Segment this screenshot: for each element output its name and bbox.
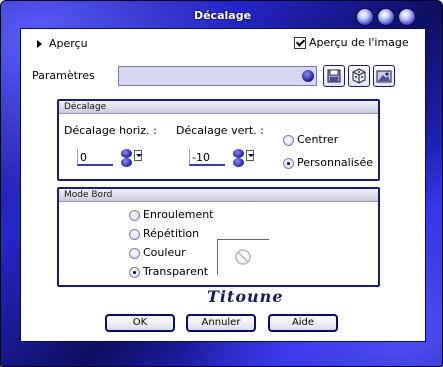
dialog-window: Décalage Aperçu Aperçu de l'image Paramè… [0, 0, 443, 367]
vert-offset-label: Décalage vert. : [176, 124, 264, 137]
floppy-disk-icon [327, 69, 341, 83]
params-label: Paramètres [32, 69, 95, 82]
wrap-radio-label: Enroulement [143, 208, 214, 221]
horiz-offset-input[interactable]: 0 [77, 149, 113, 166]
dice-icon [352, 68, 366, 84]
color-swatch[interactable] [217, 239, 269, 275]
signature-watermark: Titoune [207, 287, 284, 306]
transparent-radio-label: Transparent [143, 265, 209, 278]
expand-arrow-icon [37, 40, 42, 48]
horiz-up-spinner-icon[interactable] [121, 149, 132, 158]
combo-dropdown-icon[interactable] [302, 70, 314, 82]
vert-up-spinner-icon[interactable] [233, 149, 244, 158]
transparent-radio[interactable] [129, 267, 140, 278]
horiz-down-spinner-icon[interactable] [121, 158, 132, 167]
title-bar[interactable]: Décalage [7, 6, 438, 26]
custom-radio-label: Personnalisée [297, 156, 374, 169]
horiz-offset-label: Décalage horiz. : [64, 124, 157, 137]
wrap-radio[interactable] [129, 210, 140, 221]
edge-mode-group: Mode Bord Enroulement Répétition Couleur… [57, 187, 380, 287]
save-preset-button[interactable] [323, 65, 345, 87]
ok-button[interactable]: OK [105, 314, 175, 332]
dialog-client-area: Aperçu Aperçu de l'image Paramètres Déca… [20, 28, 426, 342]
minimize-title-button[interactable] [377, 8, 395, 26]
reset-image-icon [376, 70, 392, 83]
help-title-button[interactable] [356, 8, 374, 26]
disabled-icon [235, 249, 251, 265]
center-radio-label: Centrer [297, 133, 339, 146]
preview-toggle-label: Aperçu [49, 37, 88, 50]
close-title-button[interactable] [398, 8, 416, 26]
vert-offset-input[interactable]: -10 [189, 149, 225, 166]
random-preset-button[interactable] [348, 65, 370, 87]
color-radio-label: Couleur [143, 246, 186, 259]
image-preview-label: Aperçu de l'image [309, 36, 409, 49]
center-radio[interactable] [283, 135, 294, 146]
color-radio[interactable] [129, 248, 140, 259]
horiz-menu-arrow-icon[interactable] [134, 150, 142, 161]
help-button[interactable]: Aide [268, 314, 338, 332]
custom-radio[interactable] [283, 158, 294, 169]
preset-combo[interactable] [118, 66, 317, 86]
offset-group-title: Décalage [59, 101, 378, 114]
vert-menu-arrow-icon[interactable] [246, 150, 254, 161]
vert-down-spinner-icon[interactable] [233, 158, 244, 167]
image-preview-checkbox[interactable] [294, 37, 306, 49]
cancel-button[interactable]: Annuler [186, 314, 256, 332]
reset-preset-button[interactable] [373, 65, 395, 87]
repeat-radio-label: Répétition [143, 227, 200, 240]
offset-group: Décalage Décalage horiz. : 0 Décalage ve… [57, 99, 380, 181]
repeat-radio[interactable] [129, 229, 140, 240]
edge-mode-group-title: Mode Bord [59, 189, 378, 202]
